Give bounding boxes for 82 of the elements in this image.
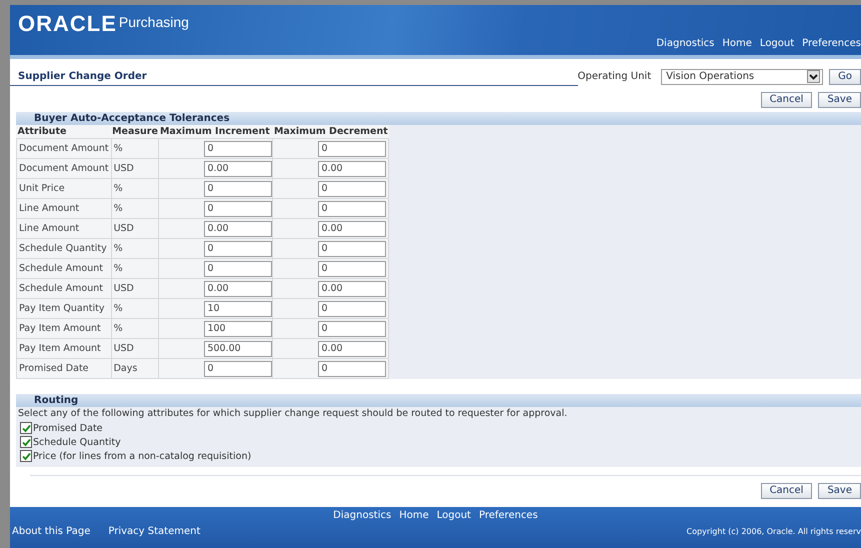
product-name: Purchasing [118,13,189,31]
input-field[interactable]: 0 [318,180,386,196]
checkbox-label: Price (for lines from a non-catalog requisition) [33,450,252,462]
checkbox[interactable] [20,422,32,434]
table-cell: Schedule Amount [16,278,112,298]
instruction-text: Select any of the following attributes for which supplier change request should be routed to requester for approval. [17,407,568,421]
section-header: Routing [16,394,861,407]
input-field[interactable]: 0 [318,240,386,256]
table-cell: % [111,138,159,158]
footer-link[interactable]: Home [399,510,429,521]
column-header: Maximum Increment [158,125,273,138]
oracle-logo: ORACLE [18,13,117,35]
input-field[interactable]: 0 [204,240,272,256]
page-title: Supplier Change Order [10,67,578,86]
footer-link[interactable]: About this Page [12,526,90,537]
checkbox-label: Promised Date [33,422,103,434]
table-cell: USD [111,278,159,298]
table-cell: Line Amount [16,218,112,238]
checkbox[interactable] [20,450,32,462]
operating-unit-dropdown[interactable]: Vision Operations [661,68,824,84]
input-field[interactable]: 0.00 [318,340,386,356]
table-cell: Promised Date [16,358,112,378]
table-cell: USD [111,158,159,178]
field-label: Operating Unit [578,71,652,82]
table-cell: Unit Price [16,178,112,198]
footer-link[interactable]: Preferences [478,510,538,521]
footer-link[interactable]: Diagnostics [333,510,392,521]
input-field[interactable]: 0.00 [318,280,386,296]
input-field[interactable]: 0.00 [318,160,386,176]
table-cell: Pay Item Amount [16,338,112,358]
input-field[interactable]: 0.00 [204,220,272,236]
table-cell: Schedule Quantity [16,238,112,258]
input-field[interactable]: 100 [204,320,272,336]
header-link[interactable]: Preferences [802,38,861,49]
input-field[interactable]: 0 [204,140,272,156]
input-field[interactable]: 0 [318,200,386,216]
column-header: Attribute [16,125,112,138]
input-field[interactable]: 0.00 [204,280,272,296]
table-cell: USD [111,218,159,238]
input-field[interactable]: 0 [318,260,386,276]
table-cell: % [111,178,159,198]
table-cell: Line Amount [16,198,112,218]
table-cell: Pay Item Quantity [16,298,112,318]
table-cell: Document Amount [16,158,112,178]
input-field[interactable]: 0.00 [204,160,272,176]
checkbox-label: Schedule Quantity [33,436,121,448]
section-header: Buyer Auto-Acceptance Tolerances [16,112,861,125]
table-cell: % [111,318,159,338]
action-button[interactable]: Save [818,92,861,108]
footer-link[interactable]: Logout [436,510,471,521]
header-link[interactable]: Diagnostics [656,38,714,49]
table-cell: Schedule Amount [16,258,112,278]
header-link[interactable]: Logout [760,38,794,49]
action-button[interactable]: Cancel [760,92,812,108]
input-field[interactable]: 0 [318,300,386,316]
input-field[interactable]: 0 [204,200,272,216]
table-cell: % [111,298,159,318]
table-cell: % [111,198,159,218]
input-field[interactable]: 0 [318,320,386,336]
input-field[interactable]: 0 [204,360,272,376]
table-cell: USD [111,338,159,358]
input-field[interactable]: 0.00 [318,220,386,236]
footer-link[interactable]: Privacy Statement [108,526,200,537]
table-cell: Pay Item Amount [16,318,112,338]
checkbox[interactable] [20,436,32,448]
table-cell: Document Amount [16,138,112,158]
action-button[interactable]: Cancel [760,483,812,499]
column-header: Measure [111,125,159,138]
go-button[interactable]: Go [829,68,861,84]
input-field[interactable]: 0 [318,140,386,156]
input-field[interactable]: 10 [204,300,272,316]
input-field[interactable]: 0 [204,180,272,196]
input-field[interactable]: 0 [318,360,386,376]
input-field[interactable]: 500.00 [204,340,272,356]
table-cell: % [111,258,159,278]
copyright-text: Copyright (c) 2006, Oracle. All rights reserv [686,527,861,536]
input-field[interactable]: 0 [204,260,272,276]
header-link[interactable]: Home [722,38,752,49]
table-cell: Days [111,358,159,378]
table-cell: % [111,238,159,258]
column-header: Maximum Decrement [272,125,389,138]
action-button[interactable]: Save [818,483,861,499]
